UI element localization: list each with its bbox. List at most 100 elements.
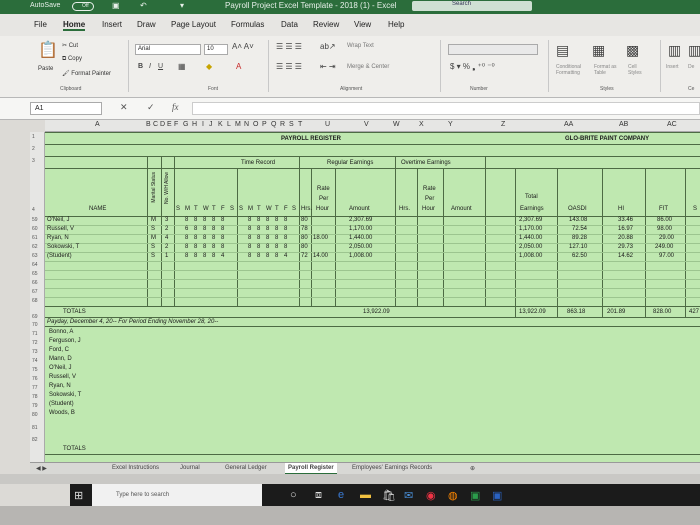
- employee-name[interactable]: Mann, D: [49, 356, 72, 362]
- total-hours[interactable]: 80: [301, 235, 308, 241]
- employee-name[interactable]: (Student): [49, 401, 74, 407]
- day-hours[interactable]: 8: [275, 253, 278, 259]
- copy-button[interactable]: ⧉ Copy: [62, 56, 82, 63]
- day-hours[interactable]: 8: [221, 217, 224, 223]
- hi-amount[interactable]: 29.73: [618, 244, 633, 250]
- day-hours[interactable]: 8: [212, 235, 215, 241]
- oasdi-amount[interactable]: 62.50: [572, 253, 587, 259]
- merge-center-button[interactable]: Merge & Center: [347, 64, 389, 70]
- column-header[interactable]: AA: [564, 121, 573, 128]
- employee-name[interactable]: O'Neil, J: [47, 217, 69, 223]
- row-header[interactable]: 63: [32, 253, 38, 259]
- day-hours[interactable]: 8: [284, 244, 287, 250]
- day-hours[interactable]: 8: [203, 253, 206, 259]
- row-header[interactable]: 79: [32, 403, 38, 409]
- day-hours[interactable]: 8: [275, 244, 278, 250]
- day-hours[interactable]: 8: [248, 253, 251, 259]
- add-sheet-icon[interactable]: ⊕: [470, 465, 475, 472]
- fit-amount[interactable]: 29.00: [659, 235, 674, 241]
- tab-insert[interactable]: Insert: [102, 20, 122, 29]
- mail-icon[interactable]: ✉: [404, 489, 413, 502]
- allowances[interactable]: 1: [165, 253, 168, 259]
- row-header[interactable]: 3: [32, 158, 35, 164]
- fill-color-icon[interactable]: ◆: [206, 62, 212, 71]
- column-header[interactable]: G: [183, 121, 188, 128]
- column-header[interactable]: U: [325, 121, 330, 128]
- day-hours[interactable]: 8: [284, 235, 287, 241]
- column-header[interactable]: P: [262, 121, 267, 128]
- sheet-nav-icon[interactable]: ◀ ▶: [36, 465, 47, 472]
- day-hours[interactable]: 4: [284, 253, 287, 259]
- column-header[interactable]: O: [253, 121, 258, 128]
- marital-status[interactable]: S: [151, 244, 155, 250]
- day-hours[interactable]: 8: [221, 235, 224, 241]
- row-header[interactable]: 59: [32, 217, 38, 223]
- tab-file[interactable]: File: [34, 20, 47, 29]
- fit-amount[interactable]: 97.00: [659, 253, 674, 259]
- total-earnings[interactable]: 1,440.00: [519, 235, 542, 241]
- total-earnings[interactable]: 2,050.00: [519, 244, 542, 250]
- cortana-icon[interactable]: ○: [290, 489, 297, 501]
- tab-view[interactable]: View: [354, 20, 371, 29]
- day-hours[interactable]: 8: [194, 217, 197, 223]
- day-hours[interactable]: 8: [185, 244, 188, 250]
- day-hours[interactable]: 8: [275, 235, 278, 241]
- format-painter-button[interactable]: 🖌 Format Painter: [62, 70, 111, 77]
- sheet-tab[interactable]: Excel Instructions: [112, 465, 159, 471]
- allowances[interactable]: 2: [165, 226, 168, 232]
- search-box[interactable]: Search: [412, 1, 532, 11]
- total-hours[interactable]: 78: [301, 226, 308, 232]
- day-hours[interactable]: 8: [257, 217, 260, 223]
- accounting-format-icon[interactable]: $ ▾ % ❟ ⁺⁰ ⁻⁰: [450, 62, 495, 72]
- employee-name[interactable]: Ferguson, J: [49, 338, 81, 344]
- column-header[interactable]: E: [167, 121, 172, 128]
- hi-amount[interactable]: 20.88: [618, 235, 633, 241]
- indent-icon[interactable]: ⇤ ⇥: [320, 62, 336, 71]
- row-header[interactable]: 71: [32, 331, 38, 337]
- day-hours[interactable]: 8: [248, 244, 251, 250]
- column-header[interactable]: T: [298, 121, 302, 128]
- row-header[interactable]: 4: [32, 207, 35, 213]
- fit-amount[interactable]: 98.00: [657, 226, 672, 232]
- tab-page-layout[interactable]: Page Layout: [171, 20, 216, 29]
- paste-icon[interactable]: 📋: [38, 40, 58, 60]
- column-header[interactable]: Q: [271, 121, 276, 128]
- column-header[interactable]: AC: [667, 121, 677, 128]
- paste-label[interactable]: Paste: [38, 66, 53, 72]
- tab-home[interactable]: Home: [63, 20, 86, 31]
- day-hours[interactable]: 8: [194, 244, 197, 250]
- insert-cells-icon[interactable]: ▥: [668, 42, 681, 59]
- row-header[interactable]: 76: [32, 376, 38, 382]
- autosave-toggle[interactable]: Off: [72, 2, 94, 11]
- total-earnings[interactable]: 2,307.69: [519, 217, 542, 223]
- delete-cells-button[interactable]: De: [688, 64, 694, 70]
- day-hours[interactable]: 8: [194, 253, 197, 259]
- day-hours[interactable]: 8: [221, 226, 224, 232]
- column-header[interactable]: V: [364, 121, 369, 128]
- column-header[interactable]: R: [280, 121, 285, 128]
- tab-data[interactable]: Data: [281, 20, 298, 29]
- day-hours[interactable]: 8: [212, 253, 215, 259]
- day-hours[interactable]: 8: [203, 226, 206, 232]
- row-header[interactable]: 70: [32, 322, 38, 328]
- column-header[interactable]: C: [153, 121, 158, 128]
- font-name-select[interactable]: Arial: [135, 44, 201, 55]
- excel-taskbar-icon[interactable]: ▣: [470, 489, 480, 502]
- employee-name[interactable]: Ryan, N: [49, 383, 71, 389]
- cancel-icon[interactable]: ✕: [120, 102, 128, 113]
- bold-icon[interactable]: B: [138, 63, 143, 70]
- column-header[interactable]: L: [227, 121, 231, 128]
- marital-status[interactable]: M: [151, 235, 156, 241]
- column-header[interactable]: X: [419, 121, 424, 128]
- formula-input[interactable]: [192, 102, 700, 115]
- day-hours[interactable]: 8: [194, 226, 197, 232]
- italic-icon[interactable]: I: [149, 63, 151, 70]
- fit-amount[interactable]: 86.00: [657, 217, 672, 223]
- row-header[interactable]: 61: [32, 235, 38, 241]
- font-grow-icon[interactable]: A˄ A˅: [232, 42, 254, 51]
- regular-amount[interactable]: 1,008.00: [349, 253, 372, 259]
- row-header[interactable]: 73: [32, 349, 38, 355]
- day-hours[interactable]: 8: [257, 226, 260, 232]
- day-hours[interactable]: 8: [266, 226, 269, 232]
- start-icon[interactable]: ⊞: [74, 489, 83, 502]
